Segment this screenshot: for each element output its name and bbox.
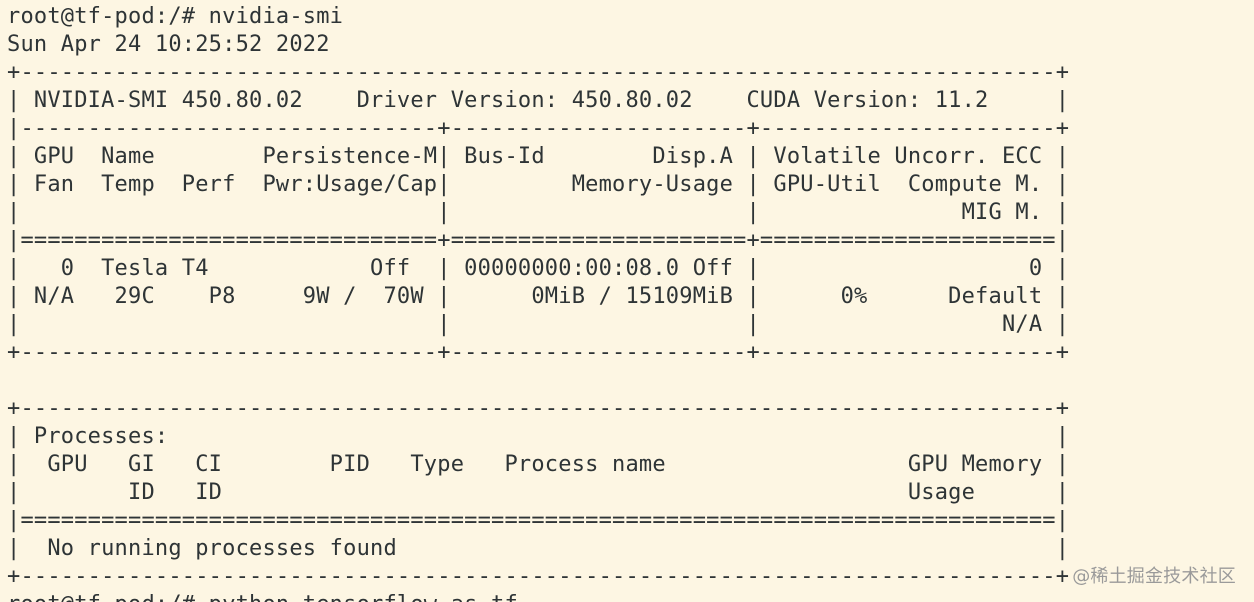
terminal-line-processes-header-2: | ID ID Usage | — [7, 480, 1070, 505]
terminal-line-gpu-row-3: | | | N/A | — [7, 312, 1070, 337]
terminal-line-gpu-row-2: | N/A 29C P8 9W / 70W | 0MiB / 15109MiB … — [7, 284, 1070, 309]
terminal-line-gpu-header-2: | Fan Temp Perf Pwr:Usage/Cap| Memory-Us… — [7, 172, 1070, 197]
terminal-window[interactable]: root@tf-pod:/# nvidia-smi Sun Apr 24 10:… — [0, 0, 1254, 602]
terminal-line: +---------------------------------------… — [7, 60, 1070, 85]
terminal-output: root@tf-pod:/# nvidia-smi Sun Apr 24 10:… — [7, 3, 1069, 602]
terminal-line-smi-version: | NVIDIA-SMI 450.80.02 Driver Version: 4… — [7, 88, 1070, 113]
terminal-line-processes-header-1: | GPU GI CI PID Type Process name GPU Me… — [7, 452, 1070, 477]
terminal-line: +-------------------------------+-------… — [7, 340, 1070, 365]
terminal-line-prompt: root@tf-pod:/# python tensorflow-as-tf — [7, 591, 1069, 602]
terminal-line-processes-title: | Processes: | — [7, 424, 1070, 449]
terminal-line-gpu-header-1: | GPU Name Persistence-M| Bus-Id Disp.A … — [7, 144, 1070, 169]
terminal-line: |=======================================… — [7, 508, 1070, 533]
terminal-line-gpu-header-3: | | | MIG M. | — [7, 200, 1070, 225]
terminal-line: +---------------------------------------… — [7, 396, 1070, 421]
terminal-line: +---------------------------------------… — [7, 564, 1070, 589]
terminal-line: |===============================+=======… — [7, 228, 1070, 253]
terminal-line-prompt: root@tf-pod:/# nvidia-smi — [7, 4, 344, 29]
terminal-line: |-------------------------------+-------… — [7, 116, 1070, 141]
terminal-line-timestamp: Sun Apr 24 10:25:52 2022 — [7, 32, 330, 57]
terminal-line-gpu-row-1: | 0 Tesla T4 Off | 00000000:00:08.0 Off … — [7, 256, 1070, 281]
terminal-line-no-processes: | No running processes found | — [7, 536, 1070, 561]
watermark-text: @稀土掘金技术社区 — [1072, 566, 1236, 587]
